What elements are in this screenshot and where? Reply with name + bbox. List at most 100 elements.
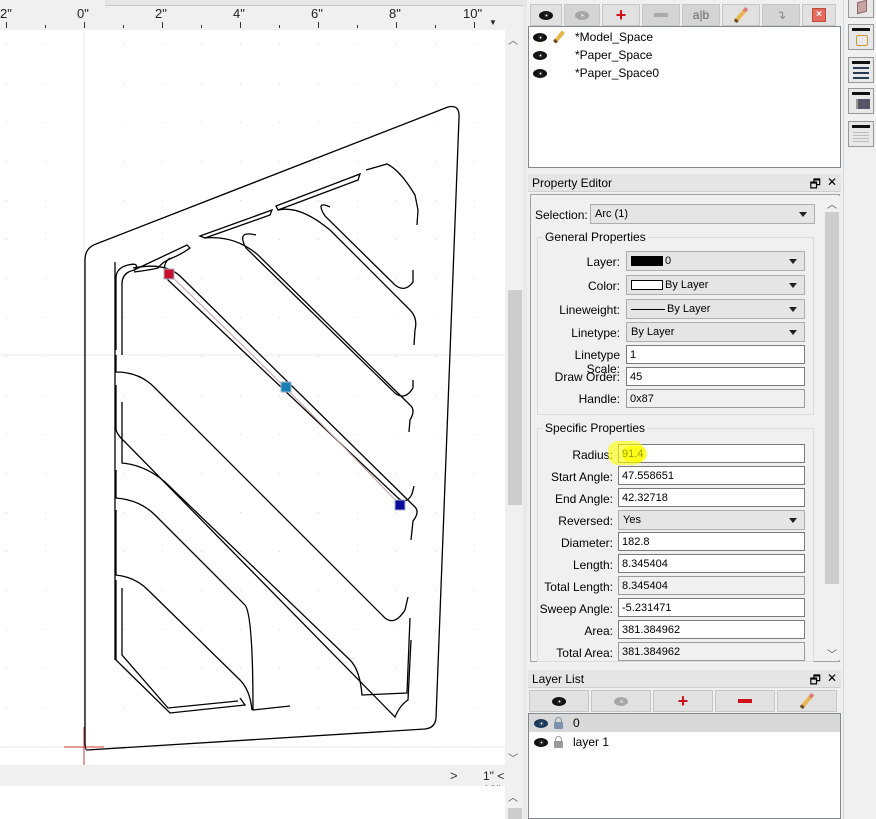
start-angle-input[interactable]: 47.558651 — [618, 466, 805, 485]
grip-end[interactable] — [394, 499, 406, 511]
hide-all-blocks-button[interactable] — [564, 4, 600, 26]
hide-all-layers-button[interactable] — [591, 690, 651, 712]
lineweight-select[interactable]: By Layer — [626, 299, 805, 319]
chevron-down-icon — [789, 307, 797, 312]
scrollbar-thumb[interactable] — [508, 290, 522, 505]
property-editor-scrollbar[interactable]: ︿ ﹀ — [824, 196, 840, 661]
length-input[interactable]: 8.345404 — [618, 554, 805, 573]
drawing-svg — [0, 30, 505, 765]
sweep-angle-input[interactable]: -5.231471 — [618, 598, 805, 617]
diameter-input[interactable]: 182.8 — [618, 532, 805, 551]
eye-icon[interactable] — [532, 32, 548, 42]
lock-icon[interactable] — [554, 717, 563, 729]
eye-icon[interactable] — [533, 718, 549, 728]
edit-block-button[interactable] — [722, 4, 760, 26]
dock-splitter[interactable] — [523, 0, 527, 819]
command-scrollbar[interactable]: ︿ — [505, 786, 523, 819]
selection-select[interactable]: Arc (1) — [590, 204, 815, 224]
grid-dot — [201, 122, 202, 123]
show-all-layers-button[interactable] — [529, 690, 589, 712]
layer-list-toggle-button[interactable] — [848, 57, 874, 83]
delete-icon: × — [812, 8, 826, 22]
grid-dot — [45, 395, 46, 396]
close-icon[interactable]: ✕ — [827, 671, 837, 692]
grid-dot — [162, 668, 163, 669]
canvas-vertical-scrollbar[interactable]: ︿ ﹀ — [505, 30, 523, 765]
add-layer-button[interactable]: + — [653, 690, 713, 712]
grid-dot — [123, 395, 124, 396]
grip-mid[interactable] — [280, 381, 292, 393]
draw-order-input[interactable]: 45 — [626, 367, 805, 386]
block-list-item[interactable]: *Model_Space — [532, 28, 653, 46]
grid-dot — [357, 83, 358, 84]
grid-dot — [318, 590, 319, 591]
grid-dot — [6, 473, 7, 474]
scroll-down-icon[interactable]: ﹀ — [508, 750, 518, 765]
block-list-item[interactable]: *Paper_Space — [532, 46, 652, 64]
drawing-canvas[interactable] — [0, 30, 505, 765]
grid-dot — [6, 551, 7, 552]
grid-dot — [240, 434, 241, 435]
grid-dot — [318, 668, 319, 669]
rename-block-button[interactable]: a|b — [682, 4, 720, 26]
layer-list-item[interactable]: layer 1 — [529, 733, 840, 751]
property-editor-toggle-button[interactable] — [848, 121, 874, 147]
edit-layer-button[interactable] — [777, 690, 837, 712]
minus-icon — [654, 13, 668, 17]
grid-dot — [474, 200, 475, 201]
close-icon[interactable]: ✕ — [827, 175, 837, 196]
area-input[interactable]: 381.384962 — [618, 620, 805, 639]
grid-dot — [318, 434, 319, 435]
block-list-toggle-button[interactable] — [848, 24, 874, 50]
grip-start[interactable] — [163, 268, 175, 280]
color-select[interactable]: By Layer — [626, 275, 805, 295]
end-angle-input[interactable]: 42.32718 — [618, 488, 805, 507]
linetype-scale-input[interactable]: 1 — [626, 345, 805, 364]
remove-block-button[interactable] — [642, 4, 680, 26]
grid-dot — [123, 356, 124, 357]
scroll-down-icon[interactable]: ﹀ — [827, 646, 837, 661]
grid-dot — [318, 707, 319, 708]
eye-icon[interactable] — [533, 737, 549, 747]
scroll-up-icon[interactable]: ︿ — [827, 196, 837, 211]
grid-dot — [279, 551, 280, 552]
window-icon — [852, 125, 870, 128]
linetype-select[interactable]: By Layer — [626, 322, 805, 342]
slot-k — [115, 385, 412, 719]
radius-input[interactable]: 91.4 — [618, 444, 805, 463]
grid-dot — [279, 590, 280, 591]
grid-dot — [435, 239, 436, 240]
eye-icon[interactable] — [532, 50, 548, 60]
scroll-up-icon[interactable]: ︿ — [508, 32, 518, 47]
layer-list-item[interactable]: 0 — [529, 714, 840, 732]
layers-toggle-button[interactable] — [848, 0, 874, 18]
next-arrow-icon[interactable]: > — [450, 768, 458, 783]
add-block-button[interactable]: + — [602, 4, 640, 26]
reversed-label: Reversed: — [558, 514, 613, 528]
command-area[interactable] — [0, 786, 505, 819]
ruler-menu-arrow-icon[interactable]: ▼ — [489, 18, 497, 27]
reversed-select[interactable]: Yes — [618, 510, 805, 530]
grid-dot — [396, 44, 397, 45]
float-icon[interactable]: 🗗 — [810, 671, 821, 692]
grid-dot — [45, 239, 46, 240]
remove-layer-button[interactable] — [715, 690, 775, 712]
scrollbar-thumb[interactable] — [508, 808, 522, 819]
delete-block-button[interactable]: × — [802, 4, 836, 26]
float-icon[interactable]: 🗗 — [810, 175, 821, 196]
grid-dot — [318, 473, 319, 474]
eye-icon[interactable] — [532, 68, 548, 78]
show-all-blocks-button[interactable] — [530, 4, 562, 26]
grid-dot — [396, 434, 397, 435]
library-toggle-button[interactable] — [848, 88, 874, 114]
ruler-label: 0" — [77, 6, 89, 21]
block-list-item[interactable]: *Paper_Space0 — [532, 64, 659, 82]
layer-select[interactable]: 0 — [626, 251, 805, 271]
start-angle-label: Start Angle: — [550, 470, 613, 484]
scrollbar-thumb[interactable] — [825, 212, 839, 584]
grid-dot — [357, 629, 358, 630]
slot-o — [115, 580, 247, 714]
insert-block-button[interactable]: ↴ — [762, 4, 800, 26]
scroll-up-icon[interactable]: ︿ — [508, 789, 518, 804]
lock-icon[interactable] — [554, 736, 563, 748]
